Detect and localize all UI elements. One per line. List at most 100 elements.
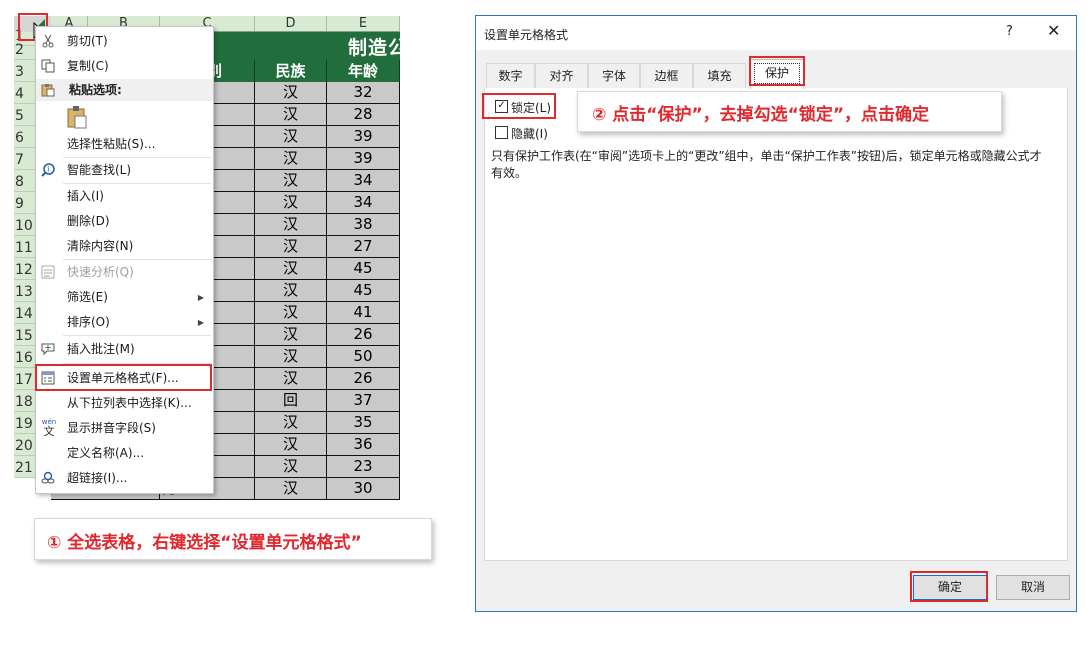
menu-item-insert[interactable]: 插入(I) bbox=[36, 184, 213, 209]
copy-icon bbox=[41, 59, 55, 73]
row-number: 7 bbox=[15, 152, 24, 168]
paste-clipboard-icon[interactable] bbox=[66, 105, 88, 129]
table-cell[interactable]: 36 bbox=[327, 434, 400, 456]
submenu-arrow-icon: ▶ bbox=[197, 318, 204, 327]
table-cell[interactable]: 汉 bbox=[255, 456, 327, 478]
smart-lookup-icon: i bbox=[41, 163, 55, 177]
table-cell[interactable]: 50 bbox=[327, 346, 400, 368]
table-cell[interactable]: 35 bbox=[327, 412, 400, 434]
row-number: 6 bbox=[15, 130, 24, 146]
table-cell[interactable]: 汉 bbox=[255, 346, 327, 368]
tab-font[interactable]: 字体 bbox=[588, 63, 640, 88]
table-cell[interactable]: 37 bbox=[327, 390, 400, 412]
menu-item-cut[interactable]: 剪切(T) bbox=[36, 29, 213, 54]
table-cell[interactable]: 汉 bbox=[255, 412, 327, 434]
table-cell[interactable]: 汉 bbox=[255, 280, 327, 302]
table-cell[interactable]: 27 bbox=[327, 236, 400, 258]
table-cell[interactable]: 汉 bbox=[255, 126, 327, 148]
table-cell[interactable]: 34 bbox=[327, 170, 400, 192]
row-number: 2 bbox=[15, 42, 24, 58]
paste-icon bbox=[41, 84, 55, 97]
table-cell[interactable]: 汉 bbox=[255, 478, 327, 500]
table-cell[interactable]: 23 bbox=[327, 456, 400, 478]
table-cell[interactable]: 45 bbox=[327, 258, 400, 280]
cancel-button[interactable]: 取消 bbox=[996, 575, 1070, 600]
table-cell[interactable]: 汉 bbox=[255, 434, 327, 456]
menu-label-quick-analysis: 快速分析(Q) bbox=[67, 265, 134, 279]
callout-step-1-text: ① 全选表格，右键选择“设置单元格格式” bbox=[47, 533, 362, 553]
table-cell[interactable]: 汉 bbox=[255, 214, 327, 236]
table-cell[interactable]: 32 bbox=[327, 82, 400, 104]
table-cell[interactable]: 汉 bbox=[255, 192, 327, 214]
dialog-titlebar[interactable]: 设置单元格格式 ? ✕ bbox=[476, 16, 1076, 50]
submenu-arrow-icon: ▶ bbox=[197, 293, 204, 302]
table-cell[interactable]: 汉 bbox=[255, 104, 327, 126]
locked-checkbox-highlight bbox=[482, 93, 556, 119]
svg-text:i: i bbox=[48, 166, 50, 174]
menu-item-clear-contents[interactable]: 清除内容(N) bbox=[36, 234, 213, 259]
menu-item-sort[interactable]: 排序(O) ▶ bbox=[36, 310, 213, 335]
callout-step-2-text: ② 点击“保护”，去掉勾选“锁定”，点击确定 bbox=[592, 105, 930, 125]
menu-item-filter[interactable]: 筛选(E) ▶ bbox=[36, 285, 213, 310]
header-ethnicity[interactable]: 民族 bbox=[255, 60, 327, 82]
table-cell[interactable]: 汉 bbox=[255, 368, 327, 390]
menu-item-insert-comment[interactable]: 插入批注(M) bbox=[36, 337, 213, 362]
table-cell[interactable]: 汉 bbox=[255, 82, 327, 104]
table-cell[interactable]: 汉 bbox=[255, 258, 327, 280]
menu-label-insert: 插入(I) bbox=[67, 189, 104, 203]
menu-item-quick-analysis[interactable]: 快速分析(Q) bbox=[36, 260, 213, 285]
table-cell[interactable]: 汉 bbox=[255, 148, 327, 170]
menu-item-hyperlink[interactable]: 超链接(I)... bbox=[36, 466, 213, 491]
table-cell[interactable]: 汉 bbox=[255, 170, 327, 192]
help-icon[interactable]: ? bbox=[1006, 24, 1013, 39]
menu-label-clear-contents: 清除内容(N) bbox=[67, 239, 134, 253]
menu-item-pick-from-list[interactable]: 从下拉列表中选择(K)... bbox=[36, 391, 213, 416]
table-cell[interactable]: 41 bbox=[327, 302, 400, 324]
menu-item-copy[interactable]: 复制(C) bbox=[36, 54, 213, 79]
tab-alignment[interactable]: 对齐 bbox=[535, 63, 588, 88]
protection-description: 只有保护工作表(在“审阅”选项卡上的“更改”组中，单击“保护工作表”按钮)后，锁… bbox=[491, 149, 1042, 180]
row-number: 13 bbox=[15, 284, 33, 300]
tab-border[interactable]: 边框 bbox=[640, 63, 693, 88]
header-age[interactable]: 年龄 bbox=[327, 60, 400, 82]
row-number: 20 bbox=[15, 438, 33, 454]
row-number: 5 bbox=[15, 108, 24, 124]
row-number: 19 bbox=[15, 416, 33, 432]
column-header-d[interactable]: D bbox=[255, 16, 327, 32]
phonetic-icon: wén 文 bbox=[40, 418, 58, 440]
row-number: 15 bbox=[15, 328, 33, 344]
table-cell[interactable]: 39 bbox=[327, 126, 400, 148]
column-header-e[interactable]: E bbox=[327, 16, 400, 32]
row-number: 12 bbox=[15, 262, 33, 278]
table-cell[interactable]: 汉 bbox=[255, 302, 327, 324]
menu-item-paste-special[interactable]: 选择性粘贴(S)... bbox=[36, 132, 213, 157]
table-cell[interactable]: 28 bbox=[327, 104, 400, 126]
table-cell[interactable]: 回 bbox=[255, 390, 327, 412]
table-cell[interactable]: 26 bbox=[327, 324, 400, 346]
row-number: 21 bbox=[15, 460, 33, 476]
menu-item-smart-lookup[interactable]: i 智能查找(L) bbox=[36, 158, 213, 183]
tab-number[interactable]: 数字 bbox=[486, 63, 535, 88]
quick-analysis-icon bbox=[41, 265, 55, 279]
table-cell[interactable]: 39 bbox=[327, 148, 400, 170]
table-cell[interactable]: 26 bbox=[327, 368, 400, 390]
phonetic-icon-char: 文 bbox=[43, 425, 55, 438]
hidden-checkbox[interactable] bbox=[495, 126, 508, 139]
format-cells-highlight bbox=[35, 364, 212, 391]
hidden-label[interactable]: 隐藏(I) bbox=[511, 125, 548, 142]
table-cell[interactable]: 34 bbox=[327, 192, 400, 214]
paste-options-header: 粘贴选项: bbox=[36, 79, 213, 101]
table-cell[interactable]: 汉 bbox=[255, 324, 327, 346]
tab-fill[interactable]: 填充 bbox=[693, 63, 746, 88]
menu-item-define-name[interactable]: 定义名称(A)... bbox=[36, 441, 213, 466]
close-icon[interactable]: ✕ bbox=[1047, 21, 1060, 40]
scissors-icon bbox=[42, 34, 54, 48]
menu-label-smart-lookup: 智能查找(L) bbox=[67, 163, 132, 177]
menu-label-insert-comment: 插入批注(M) bbox=[67, 342, 135, 356]
table-cell[interactable]: 30 bbox=[327, 478, 400, 500]
menu-item-delete[interactable]: 删除(D) bbox=[36, 209, 213, 234]
table-cell[interactable]: 38 bbox=[327, 214, 400, 236]
menu-item-show-phonetic[interactable]: wén 文 显示拼音字段(S) bbox=[36, 416, 213, 441]
table-cell[interactable]: 汉 bbox=[255, 236, 327, 258]
table-cell[interactable]: 45 bbox=[327, 280, 400, 302]
